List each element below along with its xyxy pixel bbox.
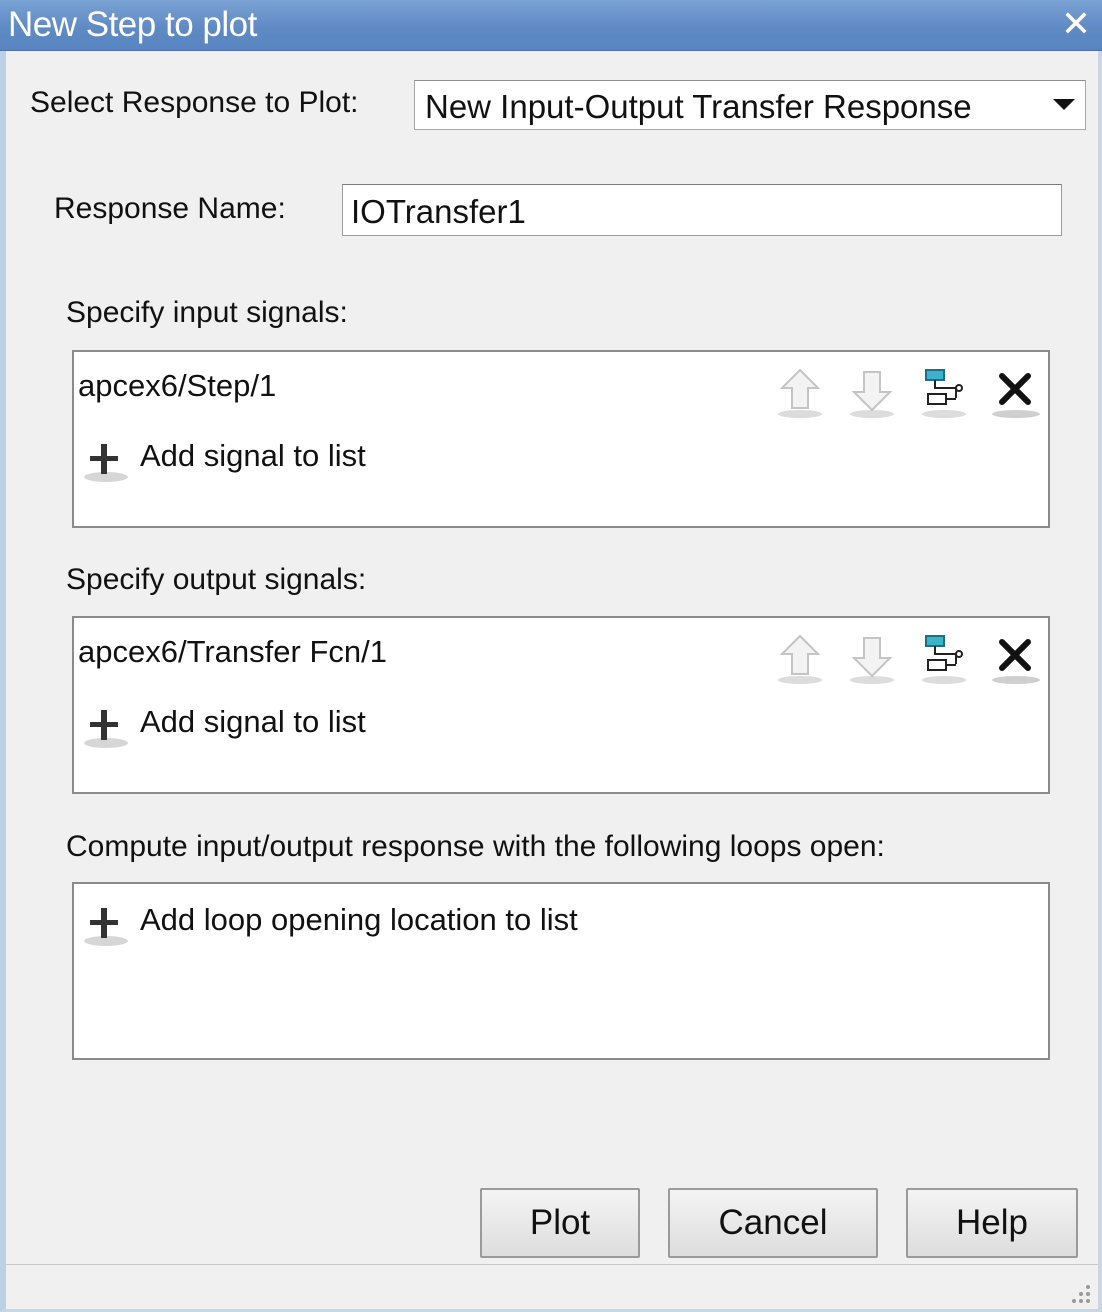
loops-open-label: Compute input/output response with the f… bbox=[66, 830, 885, 863]
title-bar[interactable]: New Step to plot ✕ bbox=[0, 0, 1102, 51]
arrow-up-icon[interactable] bbox=[774, 630, 826, 686]
arrow-down-icon[interactable] bbox=[846, 630, 898, 686]
cancel-button[interactable]: Cancel bbox=[668, 1188, 878, 1258]
response-type-value: New Input-Output Transfer Response bbox=[425, 88, 972, 125]
delete-x-icon[interactable] bbox=[990, 630, 1042, 686]
plus-icon bbox=[84, 908, 128, 946]
close-icon[interactable]: ✕ bbox=[1058, 6, 1094, 42]
help-button[interactable]: Help bbox=[906, 1188, 1078, 1258]
input-signal-item[interactable]: apcex6/Step/1 bbox=[78, 368, 276, 404]
add-signal-label: Add signal to list bbox=[140, 704, 366, 739]
chevron-down-icon[interactable] bbox=[1053, 99, 1075, 110]
plus-icon bbox=[84, 710, 128, 748]
plus-icon bbox=[84, 444, 128, 482]
dialog-window: New Step to plot ✕ Select Response to Pl… bbox=[0, 0, 1102, 1312]
output-signals-list[interactable]: apcex6/Transfer Fcn/1 Add signal to list bbox=[72, 616, 1050, 794]
loop-openings-list[interactable]: Add loop opening location to list bbox=[72, 882, 1050, 1060]
delete-x-icon[interactable] bbox=[990, 364, 1042, 420]
resize-grip-icon[interactable] bbox=[1066, 1279, 1092, 1305]
response-type-dropdown[interactable]: New Input-Output Transfer Response bbox=[414, 80, 1086, 130]
output-signal-item[interactable]: apcex6/Transfer Fcn/1 bbox=[78, 634, 387, 670]
response-name-value: IOTransfer1 bbox=[351, 193, 526, 230]
select-response-label: Select Response to Plot: bbox=[30, 86, 359, 119]
add-loop-label: Add loop opening location to list bbox=[140, 902, 578, 937]
add-signal-label: Add signal to list bbox=[140, 438, 366, 473]
signal-select-icon[interactable] bbox=[918, 630, 970, 686]
signal-select-icon[interactable] bbox=[918, 364, 970, 420]
plot-button[interactable]: Plot bbox=[480, 1188, 640, 1258]
input-signals-label: Specify input signals: bbox=[66, 296, 348, 329]
arrow-down-icon[interactable] bbox=[846, 364, 898, 420]
input-signals-list[interactable]: apcex6/Step/1 Add signal to list bbox=[72, 350, 1050, 528]
response-name-field[interactable]: IOTransfer1 bbox=[342, 184, 1062, 236]
response-name-label: Response Name: bbox=[54, 192, 286, 225]
status-bar bbox=[6, 1264, 1098, 1309]
window-title: New Step to plot bbox=[8, 5, 257, 44]
output-signals-label: Specify output signals: bbox=[66, 563, 367, 596]
arrow-up-icon[interactable] bbox=[774, 364, 826, 420]
